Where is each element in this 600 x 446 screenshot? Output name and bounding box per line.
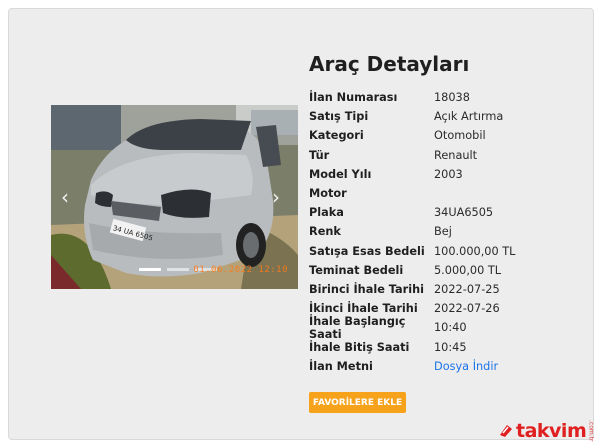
detail-label: Renk bbox=[309, 225, 341, 239]
detail-row-satis-tipi: Satış Tipi Açık Artırma bbox=[309, 107, 515, 126]
detail-label: Model Yılı bbox=[309, 167, 372, 181]
takvim-watermark-logo: takvim .com.tr bbox=[498, 418, 594, 444]
detail-value: Açık Artırma bbox=[434, 110, 504, 124]
detail-label: Satışa Esas Bedeli bbox=[309, 244, 425, 258]
photo-timestamp: 01.06.2022 12:10 bbox=[193, 265, 288, 275]
detail-value: 5.000,00 TL bbox=[434, 263, 502, 277]
detail-row-motor: Motor bbox=[309, 184, 515, 203]
details-list: İlan Numarası 18038 Satış Tipi Açık Artı… bbox=[309, 88, 515, 376]
detail-label: Tür bbox=[309, 148, 330, 162]
detail-label: İlan Numarası bbox=[309, 91, 398, 105]
vehicle-photo: 34 UA 6505 bbox=[51, 105, 298, 289]
detail-label: İlan Metni bbox=[309, 359, 373, 373]
detail-value: 10:45 bbox=[434, 340, 467, 354]
detail-label: İhale Bitiş Saati bbox=[309, 340, 410, 354]
detail-row-ihale-bitis-saati: İhale Bitiş Saati 10:45 bbox=[309, 337, 515, 356]
detail-label: Plaka bbox=[309, 206, 344, 220]
detail-label: İhale Başlangıç Saati bbox=[309, 314, 406, 341]
detail-row-kategori: Kategori Otomobil bbox=[309, 126, 515, 145]
vehicle-photo-carousel[interactable]: 34 UA 6505 ‹ › 01.06.2022 12:10 bbox=[51, 105, 298, 289]
detail-label: Motor bbox=[309, 187, 347, 201]
detail-row-ihale-baslangic-saati: İhale Başlangıç Saati 10:40 bbox=[309, 315, 515, 341]
detail-value: 2022-07-25 bbox=[434, 282, 500, 296]
detail-label: İkinci İhale Tarihi bbox=[309, 302, 418, 316]
detail-value: Renault bbox=[434, 148, 478, 162]
detail-value: 2003 bbox=[434, 167, 463, 181]
detail-row-ilan-metni: İlan Metni Dosya İndir bbox=[309, 357, 515, 376]
detail-row-model-yili: Model Yılı 2003 bbox=[309, 165, 515, 184]
detail-value: Otomobil bbox=[434, 129, 486, 143]
vehicle-detail-card: 34 UA 6505 ‹ › 01.06.2022 12:10 Araç Det… bbox=[8, 8, 594, 440]
carousel-indicator[interactable] bbox=[167, 268, 189, 271]
detail-label: Satış Tipi bbox=[309, 110, 369, 124]
detail-value: 10:40 bbox=[434, 321, 467, 335]
detail-row-renk: Renk Bej bbox=[309, 222, 515, 241]
watermark-domain: .com.tr bbox=[587, 420, 595, 442]
detail-label: Teminat Bedeli bbox=[309, 263, 404, 277]
carousel-prev-icon[interactable]: ‹ bbox=[57, 185, 73, 209]
carousel-next-icon[interactable]: › bbox=[268, 185, 284, 209]
detail-value: 18038 bbox=[434, 91, 470, 105]
detail-row-birinci-ihale-tarihi: Birinci İhale Tarihi 2022-07-25 bbox=[309, 280, 515, 299]
detail-label: Kategori bbox=[309, 129, 364, 143]
detail-value: 34UA6505 bbox=[434, 206, 494, 220]
detail-label: Birinci İhale Tarihi bbox=[309, 282, 425, 296]
detail-value: 100.000,00 TL bbox=[434, 244, 516, 258]
detail-row-satisa-esas-bedeli: Satışa Esas Bedeli 100.000,00 TL bbox=[309, 242, 515, 261]
add-to-favorites-button[interactable]: FAVORİLERE EKLE bbox=[309, 392, 406, 413]
detail-row-ilan-numarasi: İlan Numarası 18038 bbox=[309, 88, 515, 107]
detail-row-tur: Tür Renault bbox=[309, 146, 515, 165]
detail-row-teminat-bedeli: Teminat Bedeli 5.000,00 TL bbox=[309, 261, 515, 280]
page-title: Araç Detayları bbox=[309, 52, 470, 76]
takvim-logo-icon bbox=[500, 425, 512, 437]
detail-row-plaka: Plaka 34UA6505 bbox=[309, 203, 515, 222]
watermark-word: takvim bbox=[516, 420, 587, 442]
carousel-indicator[interactable] bbox=[139, 268, 161, 271]
download-file-link[interactable]: Dosya İndir bbox=[434, 360, 498, 373]
detail-value: 2022-07-26 bbox=[434, 302, 500, 316]
detail-value: Bej bbox=[434, 225, 452, 239]
